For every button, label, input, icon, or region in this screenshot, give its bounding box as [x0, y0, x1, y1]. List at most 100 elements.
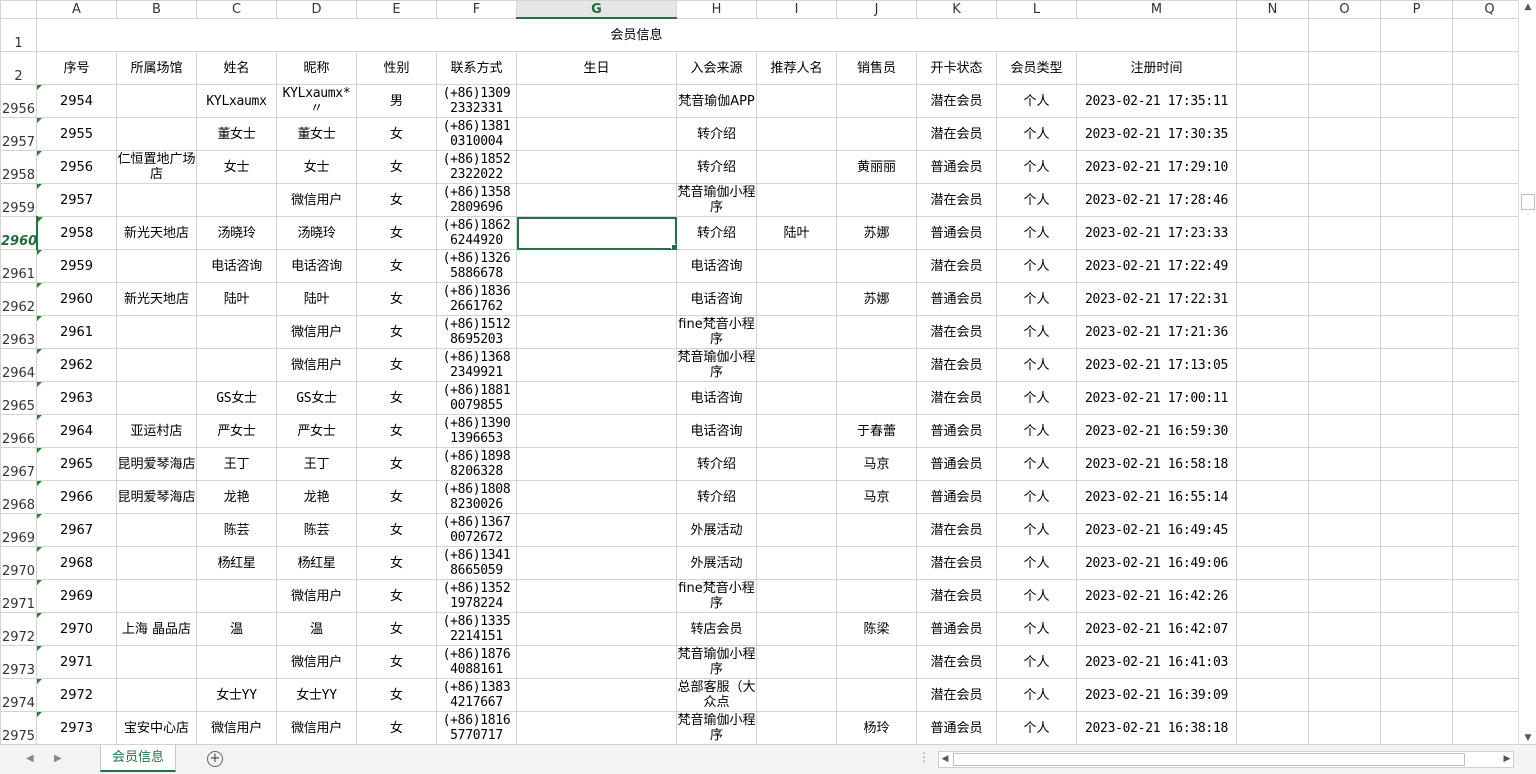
cell-phone[interactable]: (+86)1852 2322022 [436, 150, 517, 184]
cell-nick[interactable]: 杨红星 [276, 546, 357, 580]
cell-phone[interactable]: (+86)1876 4088161 [436, 645, 517, 679]
column-header-m[interactable]: M [1076, 0, 1237, 19]
cell-regtime[interactable]: 2023-02-21 17:29:10 [1076, 150, 1237, 184]
cell-venue[interactable]: 新光天地店 [116, 216, 197, 250]
cell[interactable] [1452, 579, 1527, 613]
column-label[interactable]: 姓名 [196, 51, 277, 85]
cell-phone[interactable]: (+86)1881 0079855 [436, 381, 517, 415]
row-header[interactable]: 2965 [0, 381, 37, 415]
cell-nick[interactable]: 龙艳 [276, 480, 357, 514]
cell[interactable] [1452, 381, 1527, 415]
cell[interactable] [1380, 282, 1453, 316]
cell[interactable] [1236, 17, 1309, 52]
cell-venue[interactable]: 亚运村店 [116, 414, 197, 448]
cell-sales[interactable] [836, 645, 917, 679]
cell-source[interactable]: 梵音瑜伽小程序 [676, 183, 757, 217]
cell[interactable] [1308, 513, 1381, 547]
cell-name[interactable] [196, 645, 277, 679]
cell-id[interactable]: 2960 [36, 282, 117, 316]
cell-source[interactable]: fine梵音小程序 [676, 579, 757, 613]
add-sheet-icon[interactable]: + [207, 751, 223, 767]
cell-referrer[interactable] [756, 249, 837, 283]
row-header[interactable]: 2961 [0, 249, 37, 283]
cell-status[interactable]: 潜在会员 [916, 183, 997, 217]
cell-regtime[interactable]: 2023-02-21 16:49:06 [1076, 546, 1237, 580]
row-header[interactable]: 2967 [0, 447, 37, 481]
cell-nick[interactable]: 严女士 [276, 414, 357, 448]
cell-type[interactable]: 个人 [996, 117, 1077, 151]
cell-id[interactable]: 2957 [36, 183, 117, 217]
cell-nick[interactable]: 微信用户 [276, 711, 357, 745]
column-label[interactable]: 入会来源 [676, 51, 757, 85]
cell-source[interactable]: 外展活动 [676, 513, 757, 547]
cell-sales[interactable]: 苏娜 [836, 282, 917, 316]
cell-birthday[interactable] [516, 348, 677, 382]
cell-status[interactable]: 潜在会员 [916, 381, 997, 415]
cell[interactable] [1308, 216, 1381, 250]
cell[interactable] [1308, 612, 1381, 646]
cell[interactable] [1452, 645, 1527, 679]
cell-id[interactable]: 2966 [36, 480, 117, 514]
cell-status[interactable]: 普通会员 [916, 447, 997, 481]
cell-type[interactable]: 个人 [996, 414, 1077, 448]
row-header[interactable]: 2963 [0, 315, 37, 349]
cell-birthday[interactable] [516, 84, 677, 118]
cell-source[interactable]: 梵音瑜伽小程序 [676, 711, 757, 745]
column-label[interactable]: 会员类型 [996, 51, 1077, 85]
cell-sales[interactable] [836, 678, 917, 712]
cell-nick[interactable]: 陈芸 [276, 513, 357, 547]
cell-phone[interactable]: (+86)1352 1978224 [436, 579, 517, 613]
cell[interactable] [1236, 678, 1309, 712]
cell[interactable] [1452, 315, 1527, 349]
cell-type[interactable]: 个人 [996, 84, 1077, 118]
cell[interactable] [1236, 183, 1309, 217]
cell-referrer[interactable] [756, 645, 837, 679]
cell-referrer[interactable] [756, 84, 837, 118]
cell[interactable] [1452, 51, 1527, 85]
cell[interactable] [1308, 249, 1381, 283]
cell-phone[interactable]: (+86)1816 5770717 [436, 711, 517, 745]
cell-phone[interactable]: (+86)1862 6244920 [436, 216, 517, 250]
cell-sales[interactable] [836, 513, 917, 547]
cell-nick[interactable]: 女士YY [276, 678, 357, 712]
cell-gender[interactable]: 女 [356, 282, 437, 316]
cell-nick[interactable]: 汤晓玲 [276, 216, 357, 250]
cell-type[interactable]: 个人 [996, 711, 1077, 745]
cell-status[interactable]: 潜在会员 [916, 645, 997, 679]
cell-name[interactable]: 微信用户 [196, 711, 277, 745]
cell-referrer[interactable] [756, 315, 837, 349]
cell[interactable] [1452, 711, 1527, 745]
cell-venue[interactable] [116, 513, 197, 547]
cell-phone[interactable]: (+86)1512 8695203 [436, 315, 517, 349]
cell[interactable] [1236, 612, 1309, 646]
cell[interactable] [1308, 17, 1381, 52]
cell-sales[interactable]: 马京 [836, 480, 917, 514]
cell-sales[interactable] [836, 381, 917, 415]
row-header[interactable]: 2962 [0, 282, 37, 316]
column-label[interactable]: 序号 [36, 51, 117, 85]
cell-venue[interactable] [116, 678, 197, 712]
cell-id[interactable]: 2958 [36, 216, 117, 250]
cell-gender[interactable]: 女 [356, 249, 437, 283]
column-label[interactable]: 开卡状态 [916, 51, 997, 85]
scroll-down-icon[interactable]: ▼ [1519, 733, 1536, 743]
scroll-up-icon[interactable]: ▲ [1519, 2, 1536, 12]
sheet-tab[interactable]: 会员信息 [100, 745, 176, 772]
cell-name[interactable]: 王丁 [196, 447, 277, 481]
cell-status[interactable]: 普通会员 [916, 150, 997, 184]
cell-sales[interactable]: 杨玲 [836, 711, 917, 745]
cell[interactable] [1236, 249, 1309, 283]
cell-status[interactable]: 普通会员 [916, 480, 997, 514]
cell[interactable] [1380, 150, 1453, 184]
cell-status[interactable]: 潜在会员 [916, 315, 997, 349]
cell[interactable] [1308, 381, 1381, 415]
cell-sales[interactable]: 苏娜 [836, 216, 917, 250]
column-header-o[interactable]: O [1308, 0, 1381, 19]
cell[interactable] [1308, 84, 1381, 118]
cell-regtime[interactable]: 2023-02-21 16:55:14 [1076, 480, 1237, 514]
cell-id[interactable]: 2973 [36, 711, 117, 745]
cell-birthday[interactable] [516, 315, 677, 349]
cell[interactable] [1380, 612, 1453, 646]
row-header[interactable]: 2971 [0, 579, 37, 613]
cell-source[interactable]: 梵音瑜伽小程序 [676, 348, 757, 382]
